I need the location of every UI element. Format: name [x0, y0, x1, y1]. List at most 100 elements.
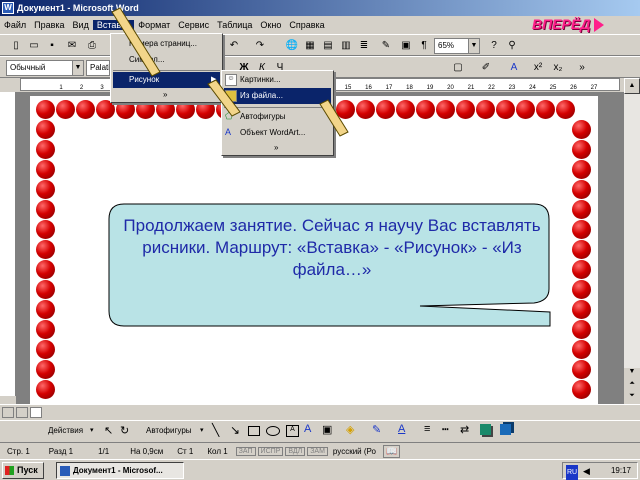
start-label: Пуск [17, 465, 38, 475]
line-style-icon[interactable]: ≡ [424, 423, 430, 435]
status-trk[interactable]: ИСПР [257, 446, 284, 456]
oval-icon[interactable] [266, 426, 280, 436]
3d-icon[interactable] [500, 424, 511, 435]
status-ovr[interactable]: ЗАМ [307, 446, 328, 456]
horizontal-scrollbar[interactable] [0, 404, 640, 420]
forward-arrow-icon [594, 18, 604, 32]
prev-page-icon[interactable]: ⏶ [624, 380, 640, 392]
web-view-icon[interactable] [16, 407, 28, 418]
heart-border-icon [36, 220, 55, 239]
print-icon[interactable]: ⎙ [84, 38, 100, 53]
callout-text: Продолжаем занятие. Сейчас я научу Вас в… [123, 216, 541, 279]
heart-border-icon [36, 300, 55, 319]
superscript-icon[interactable]: x² [530, 60, 546, 75]
ruler-label: 2 [80, 85, 84, 91]
select-objects-icon[interactable]: ↖ [104, 424, 113, 437]
arrow-icon[interactable]: ↘ [230, 423, 240, 437]
font-color-icon[interactable]: A [506, 60, 522, 75]
autoshapes-menu[interactable]: Автофигуры [146, 426, 192, 435]
heart-border-icon [572, 220, 591, 239]
textbox-icon[interactable]: A [286, 425, 299, 437]
fill-color-icon[interactable]: ◈ [346, 423, 354, 436]
heart-border-icon [496, 100, 515, 119]
system-tray: RU ◀ 19:17 [562, 462, 638, 480]
heart-border-icon [572, 140, 591, 159]
dash-style-icon[interactable]: ┅ [442, 423, 449, 436]
save-icon[interactable]: ▪ [44, 38, 60, 53]
menu-expand-chevron[interactable]: » [224, 140, 331, 156]
heart-border-icon [36, 200, 55, 219]
rectangle-icon[interactable] [248, 426, 260, 436]
zoom-combo[interactable]: 65% ▼ [434, 38, 480, 54]
heart-border-icon [572, 120, 591, 139]
style-combo[interactable]: Обычный ▼ [6, 60, 84, 76]
heart-border-icon [572, 200, 591, 219]
pointer-to-insert-icon [111, 7, 161, 77]
heart-border-icon [456, 100, 475, 119]
chevron-down-icon[interactable]: ▼ [72, 61, 83, 75]
status-rec[interactable]: ЗАП [235, 446, 256, 456]
chevron-down-icon[interactable]: ▾ [90, 426, 94, 434]
volume-icon[interactable]: ◀ [583, 464, 590, 479]
clipart-icon[interactable]: ▣ [322, 423, 332, 436]
heart-border-icon [36, 160, 55, 179]
print-layout-icon[interactable] [30, 407, 42, 418]
highlight-icon[interactable]: ✐ [478, 60, 494, 75]
menu-edit[interactable]: Правка [30, 20, 68, 30]
pointer-to-picture-icon [207, 79, 241, 117]
ruler-label: 1 [59, 85, 63, 91]
free-rotate-icon[interactable]: ↻ [120, 424, 129, 437]
heart-border-icon [572, 180, 591, 199]
menu-view[interactable]: Вид [69, 20, 93, 30]
line-color-icon[interactable]: ✎ [372, 423, 381, 436]
ruler-label: 21 [468, 85, 475, 91]
heart-border-icon [76, 100, 95, 119]
spelling-book-icon[interactable]: 📖 [382, 444, 401, 458]
open-icon[interactable]: ▭ [26, 38, 42, 53]
menu-file[interactable]: Файл [0, 20, 30, 30]
next-page-icon[interactable]: ⏷ [624, 392, 640, 404]
taskbar-word-button[interactable]: Документ1 - Microsof... [56, 462, 184, 479]
show-hide-icon[interactable]: ¶ [416, 38, 432, 53]
status-line: Ст 1 [177, 446, 194, 456]
heart-border-icon [376, 100, 395, 119]
heart-border-icon [36, 320, 55, 339]
subscript-icon[interactable]: x₂ [550, 60, 566, 75]
heart-border-icon [572, 280, 591, 299]
normal-view-icon[interactable] [2, 407, 14, 418]
help-icon[interactable]: ? [486, 38, 502, 53]
heart-border-icon [556, 100, 575, 119]
drawing-icon[interactable]: ✎ [378, 38, 394, 53]
vertical-scrollbar[interactable]: ▲ ▼ ⏶ ⏷ [624, 78, 640, 404]
ruler-label: 17 [386, 85, 393, 91]
language-indicator[interactable]: RU [566, 465, 579, 480]
doc-map-icon[interactable]: ▣ [398, 38, 414, 53]
mail-icon[interactable]: ✉ [64, 38, 80, 53]
scroll-up-icon[interactable]: ▲ [624, 78, 640, 94]
start-button[interactable]: Пуск [2, 462, 44, 479]
shadow-icon[interactable] [480, 424, 491, 435]
taskbar-word-label: Документ1 - Microsof... [73, 466, 163, 475]
binoculars-icon[interactable]: ⚲ [504, 38, 520, 53]
chevron-down-icon[interactable]: ▾ [200, 426, 204, 434]
heart-border-icon [476, 100, 495, 119]
heart-border-icon [572, 380, 591, 399]
more-buttons-icon[interactable]: » [574, 60, 590, 75]
new-document-icon[interactable]: ▯ [8, 38, 24, 53]
scroll-down-icon[interactable]: ▼ [624, 368, 640, 380]
ruler-label: 18 [406, 85, 413, 91]
heart-border-icon [436, 100, 455, 119]
arrow-style-icon[interactable]: ⇄ [460, 423, 469, 436]
heart-border-icon [36, 340, 55, 359]
word-app-icon[interactable]: W [2, 2, 14, 14]
font-color-icon[interactable]: A [398, 423, 405, 435]
status-pages: 1/1 [98, 446, 110, 456]
heart-border-icon [572, 340, 591, 359]
actions-menu[interactable]: Действия [48, 426, 83, 435]
wordart-icon[interactable]: A [304, 423, 311, 435]
heart-border-icon [56, 100, 75, 119]
line-icon[interactable]: ╲ [212, 423, 219, 437]
status-ext[interactable]: ВДЛ [285, 446, 306, 456]
borders-icon[interactable]: ▢ [450, 60, 466, 75]
chevron-down-icon[interactable]: ▼ [468, 39, 479, 53]
